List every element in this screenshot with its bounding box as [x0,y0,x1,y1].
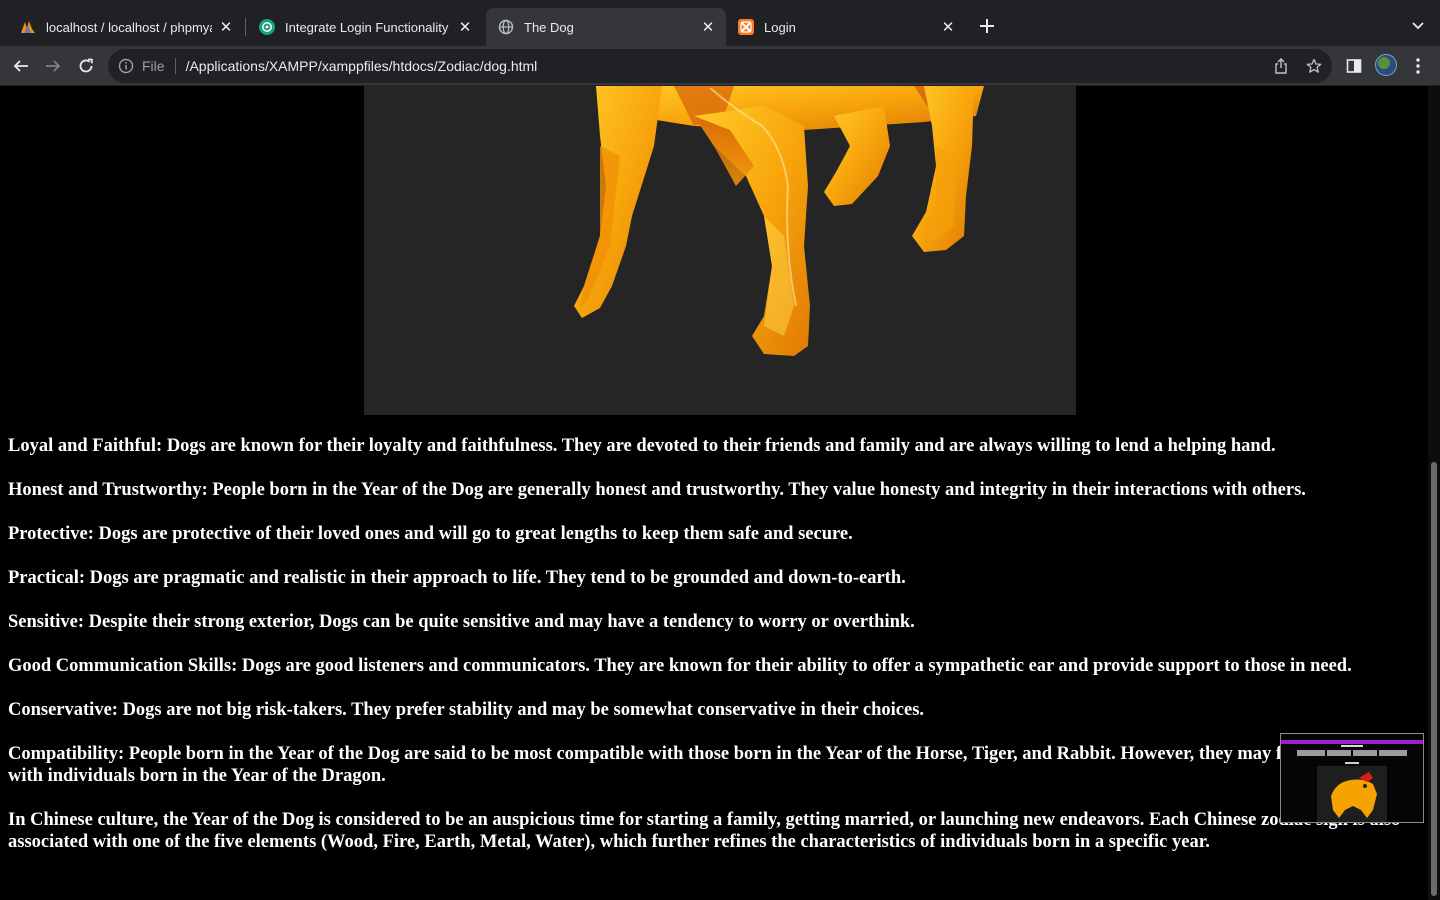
kebab-menu-icon [1416,58,1420,74]
tab-phpmyadmin[interactable]: localhost / localhost / phpmyadmin ✕ [8,8,244,46]
xampp-icon [738,19,754,35]
scrollbar-thumb[interactable] [1431,462,1437,896]
close-icon[interactable]: ✕ [700,19,716,36]
trait-paragraph: Protective: Dogs are protective of their… [8,524,853,544]
scheme-label: File [142,58,165,74]
trait-paragraph: Loyal and Faithful: Dogs are known for t… [8,436,1276,456]
chevron-down-icon [1412,22,1424,30]
tab-strip: localhost / localhost / phpmyadmin ✕ Int… [0,0,1440,46]
reload-button[interactable] [72,52,100,80]
browser-toolbar: File /Applications/XAMPP/xamppfiles/htdo… [0,46,1440,86]
tab-title: The Dog [524,19,574,35]
tab-login[interactable]: Login ✕ [726,8,966,46]
share-icon[interactable] [1270,55,1292,77]
star-icon[interactable] [1303,55,1325,77]
page-preview-image [1281,734,1423,822]
trait-paragraph: Honest and Trustworthy: People born in t… [8,480,1306,500]
side-panel-icon [1346,59,1362,73]
info-icon[interactable] [118,58,134,74]
phpmyadmin-icon [20,19,36,35]
dog-illustration [574,86,984,356]
close-icon[interactable]: ✕ [940,19,956,36]
vertical-scrollbar[interactable] [1428,86,1440,900]
culture-paragraph: In Chinese culture, the Year of the Dog … [8,810,1401,852]
plus-icon [980,19,994,33]
trait-paragraph: Sensitive: Despite their strong exterior… [8,612,915,632]
trait-paragraph: Good Communication Skills: Dogs are good… [8,656,1352,676]
dog-traits-text: Loyal and Faithful: Dogs are known for t… [8,435,1420,875]
side-panel-button[interactable] [1340,52,1368,80]
tab-title: Integrate Login Functionality [285,19,449,35]
omnibox-divider [174,58,176,74]
page-viewport: Loyal and Faithful: Dogs are known for t… [0,86,1428,900]
tab-search-button[interactable] [1406,14,1430,38]
forward-button[interactable] [39,52,67,80]
dog-image [364,86,1076,415]
tab-divider [245,18,246,36]
close-icon[interactable]: ✕ [457,19,473,36]
back-arrow-icon [13,60,28,72]
chatgpt-icon [259,19,275,35]
tab-the-dog[interactable]: The Dog ✕ [486,8,726,46]
compatibility-paragraph: Compatibility: People born in the Year o… [8,744,1394,786]
new-tab-button[interactable] [975,14,999,38]
trait-paragraph: Practical: Dogs are pragmatic and realis… [8,568,906,588]
forward-arrow-icon [46,60,61,72]
tab-title: localhost / localhost / phpmyadmin [46,19,212,35]
globe-icon [498,19,514,35]
back-button[interactable] [7,52,35,80]
reload-icon [79,58,93,73]
address-bar[interactable]: File /Applications/XAMPP/xamppfiles/htdo… [108,49,1332,83]
menu-button[interactable] [1404,52,1432,80]
tab-integrate-login[interactable]: Integrate Login Functionality ✕ [247,8,483,46]
close-icon[interactable]: ✕ [218,19,234,36]
profile-avatar[interactable] [1375,54,1397,76]
tab-preview-thumbnail [1280,733,1424,823]
tab-title: Login [764,19,796,35]
url-text[interactable]: /Applications/XAMPP/xamppfiles/htdocs/Zo… [186,58,538,74]
trait-paragraph: Conservative: Dogs are not big risk-take… [8,700,925,720]
